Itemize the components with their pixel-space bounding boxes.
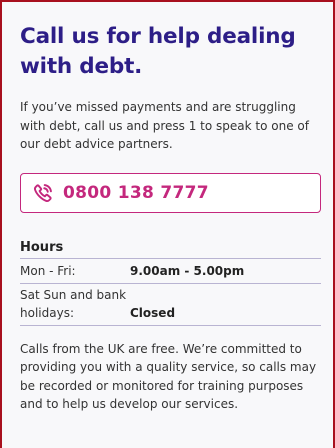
debt-help-card: Call us for help dealing with debt. If y… <box>0 0 335 448</box>
hours-row-weekdays: Mon - Fri: 9.00am - 5.00pm <box>20 259 321 284</box>
card-title: Call us for help dealing with debt. <box>20 24 296 79</box>
hours-row-weekend: Sat Sun and bank holidays: Closed <box>20 284 321 326</box>
hours-days: Mon - Fri: <box>20 263 76 278</box>
hours-days: Sat Sun and bank holidays: <box>20 287 127 320</box>
hours-time: 9.00am - 5.00pm <box>130 263 245 278</box>
hours-time: Closed <box>130 305 176 320</box>
hours-heading: Hours <box>20 240 321 259</box>
phone-number: 0800 138 7777 <box>63 182 209 203</box>
footer-text: Calls from the UK are free. We’re commit… <box>20 341 317 412</box>
phone-call-button[interactable]: 0800 138 7777 <box>20 172 321 213</box>
intro-text: If you’ve missed payments and are strugg… <box>20 100 309 151</box>
phone-icon <box>33 183 53 203</box>
